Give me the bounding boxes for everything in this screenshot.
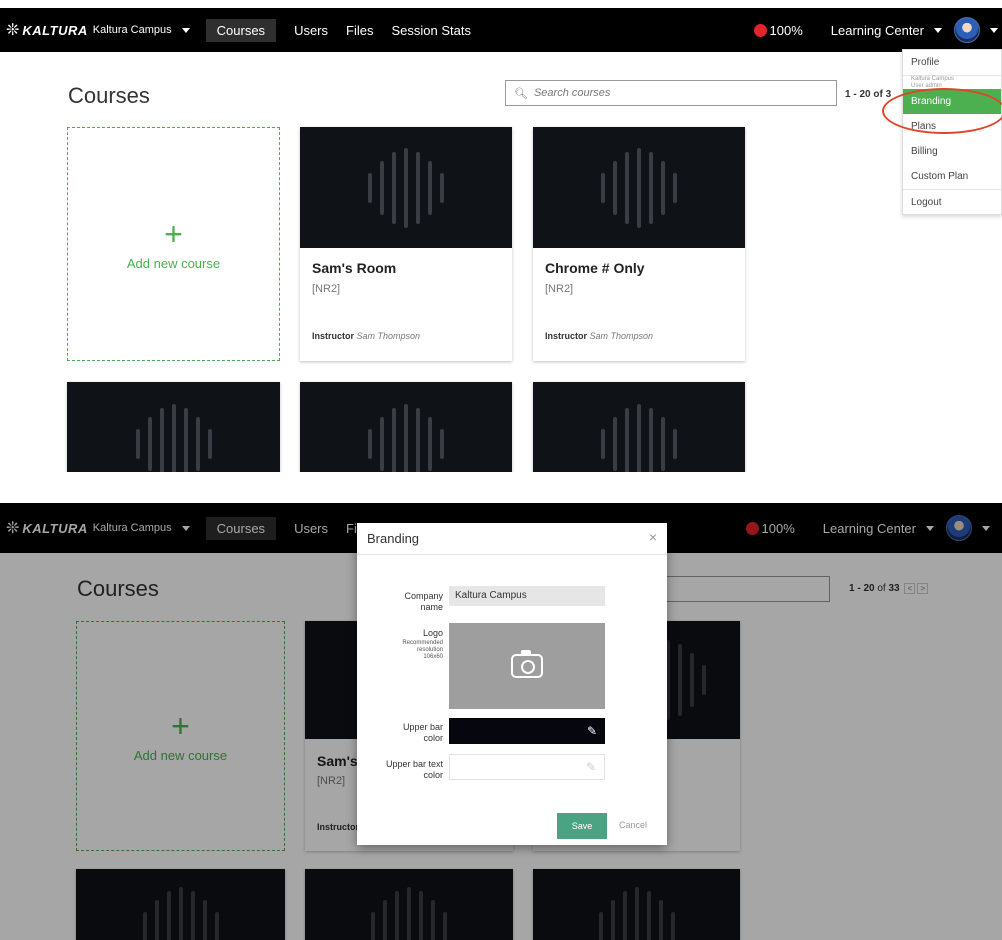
dialog-header: Branding × bbox=[357, 523, 667, 555]
logo-upload[interactable] bbox=[449, 623, 605, 709]
save-button[interactable]: Save bbox=[557, 813, 607, 839]
course-card[interactable] bbox=[300, 382, 512, 472]
menu-partner-info: Kaltura Campus User admin bbox=[903, 75, 1001, 89]
course-card[interactable] bbox=[533, 382, 745, 472]
search-icon: 🔍︎ bbox=[514, 87, 528, 100]
screenshot-branding-modal: ❊ KALTURA Kaltura Campus Courses Users F… bbox=[0, 503, 1002, 940]
course-card[interactable]: Chrome # Only [NR2] Instructor Sam Thomp… bbox=[533, 127, 745, 361]
top-bar: ❊ KALTURA Kaltura Campus Courses Users F… bbox=[0, 8, 1002, 52]
kaltura-logo-icon: ❊ bbox=[6, 22, 20, 39]
menu-item-profile[interactable]: Profile bbox=[903, 50, 1001, 75]
chevron-down-icon[interactable] bbox=[990, 27, 998, 33]
plus-icon: + bbox=[164, 215, 183, 252]
add-course-card[interactable]: + Add new course bbox=[67, 127, 280, 361]
course-thumbnail bbox=[300, 382, 512, 472]
chevron-down-icon[interactable] bbox=[934, 27, 942, 33]
upper-bar-color-picker[interactable]: ✎ bbox=[449, 718, 605, 744]
record-status-icon bbox=[753, 23, 767, 37]
camera-icon bbox=[511, 650, 543, 678]
course-title: Chrome # Only bbox=[545, 260, 645, 276]
range-text: 1 - 20 of 3 bbox=[845, 89, 892, 100]
learning-center-menu[interactable]: Learning Center bbox=[831, 23, 924, 38]
course-thumbnail bbox=[300, 127, 512, 248]
course-thumbnail bbox=[533, 382, 745, 472]
eyedropper-icon[interactable]: ✎ bbox=[587, 724, 597, 738]
course-thumbnail bbox=[533, 127, 745, 248]
logo-label: Logo bbox=[422, 628, 443, 638]
course-card[interactable]: Sam's Room [NR2] Instructor Sam Thompson bbox=[300, 127, 512, 361]
branding-dialog: Branding × Company name Kaltura Campus Lo… bbox=[357, 523, 667, 845]
eyedropper-icon[interactable]: ✎ bbox=[586, 760, 596, 774]
search-placeholder: Search courses bbox=[533, 87, 611, 99]
nav-users[interactable]: Users bbox=[294, 19, 328, 42]
nav-courses[interactable]: Courses bbox=[205, 18, 277, 42]
company-name-field[interactable]: Kaltura Campus bbox=[449, 586, 605, 606]
avatar[interactable] bbox=[954, 17, 980, 43]
search-input[interactable]: 🔍︎ Search courses bbox=[505, 80, 837, 106]
course-title: Sam's Room bbox=[312, 260, 397, 276]
brand[interactable]: ❊ KALTURA Kaltura Campus bbox=[6, 20, 190, 40]
course-thumbnail bbox=[67, 382, 280, 472]
course-instructor: Instructor Sam Thompson bbox=[545, 331, 654, 341]
course-code: [NR2] bbox=[312, 283, 341, 295]
cancel-button[interactable]: Cancel bbox=[619, 820, 647, 830]
brand-name: KALTURA bbox=[22, 22, 88, 38]
company-name-label: Company name bbox=[404, 591, 443, 612]
page-title: Courses bbox=[68, 83, 150, 108]
nav-files[interactable]: Files bbox=[346, 19, 373, 42]
chevron-down-icon[interactable] bbox=[181, 27, 190, 33]
partner-name: Kaltura Campus bbox=[92, 24, 172, 36]
screenshot-user-menu: ❊ KALTURA Kaltura Campus Courses Users F… bbox=[0, 0, 1002, 472]
close-icon[interactable]: × bbox=[649, 529, 657, 545]
upper-bar-text-color-label: Upper bar text color bbox=[385, 759, 443, 780]
battery-level: 100% bbox=[769, 22, 803, 38]
add-course-label: Add new course bbox=[126, 255, 221, 271]
menu-item-logout[interactable]: Logout bbox=[903, 189, 1001, 214]
menu-item-custom-plan[interactable]: Custom Plan bbox=[903, 164, 1001, 189]
menu-item-billing[interactable]: Billing bbox=[903, 139, 1001, 164]
course-code: [NR2] bbox=[545, 283, 574, 295]
course-card[interactable] bbox=[67, 382, 280, 472]
logo-hint: Recommended resolution 106x60 bbox=[402, 640, 443, 660]
highlight-annotation bbox=[882, 88, 1002, 134]
upper-bar-color-label: Upper bar color bbox=[402, 722, 443, 743]
course-instructor: Instructor Sam Thompson bbox=[312, 331, 421, 341]
nav-session-stats[interactable]: Session Stats bbox=[391, 19, 471, 42]
upper-bar-text-color-picker[interactable]: ✎ bbox=[449, 754, 605, 780]
dialog-title: Branding bbox=[367, 531, 420, 546]
